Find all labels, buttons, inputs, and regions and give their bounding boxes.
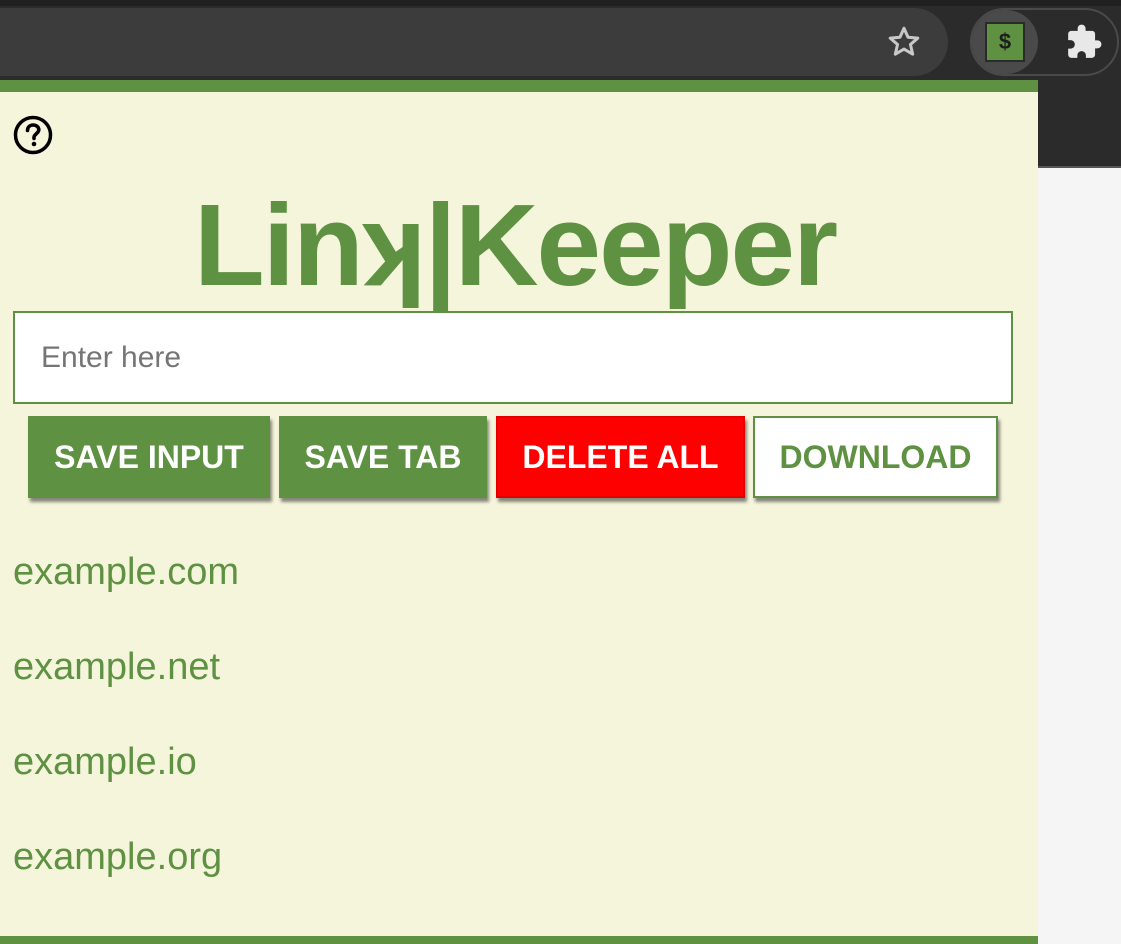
- save-input-button[interactable]: SAVE INPUT: [28, 416, 270, 498]
- address-bar[interactable]: [0, 8, 948, 76]
- browser-toolbar: $: [0, 0, 1121, 80]
- link-input[interactable]: [13, 311, 1013, 404]
- tab-strip-edge: [0, 0, 1121, 6]
- dollar-icon: $: [985, 22, 1025, 62]
- star-outline-icon: [888, 26, 920, 56]
- saved-links-list: example.com example.net example.io examp…: [13, 532, 239, 912]
- saved-link[interactable]: example.io: [13, 722, 239, 817]
- saved-link[interactable]: example.org: [13, 817, 239, 912]
- linkkeeper-extension-button[interactable]: $: [972, 10, 1038, 74]
- help-button[interactable]: [12, 114, 54, 156]
- extension-popup: Linʞ|Keeper SAVE INPUT SAVE TAB DELETE A…: [0, 80, 1038, 944]
- extensions-menu-button[interactable]: [1060, 18, 1108, 66]
- app-logo-title: Linʞ|Keeper: [193, 180, 838, 310]
- webpage-background: [1038, 168, 1121, 944]
- puzzle-icon: [1068, 24, 1102, 58]
- saved-link[interactable]: example.com: [13, 532, 239, 627]
- saved-link[interactable]: example.net: [13, 627, 239, 722]
- download-button[interactable]: DOWNLOAD: [753, 416, 998, 498]
- bookmark-star-button[interactable]: [880, 20, 928, 64]
- save-tab-button[interactable]: SAVE TAB: [279, 416, 487, 498]
- delete-all-button[interactable]: DELETE ALL: [496, 416, 745, 498]
- question-circle-icon: [13, 115, 53, 155]
